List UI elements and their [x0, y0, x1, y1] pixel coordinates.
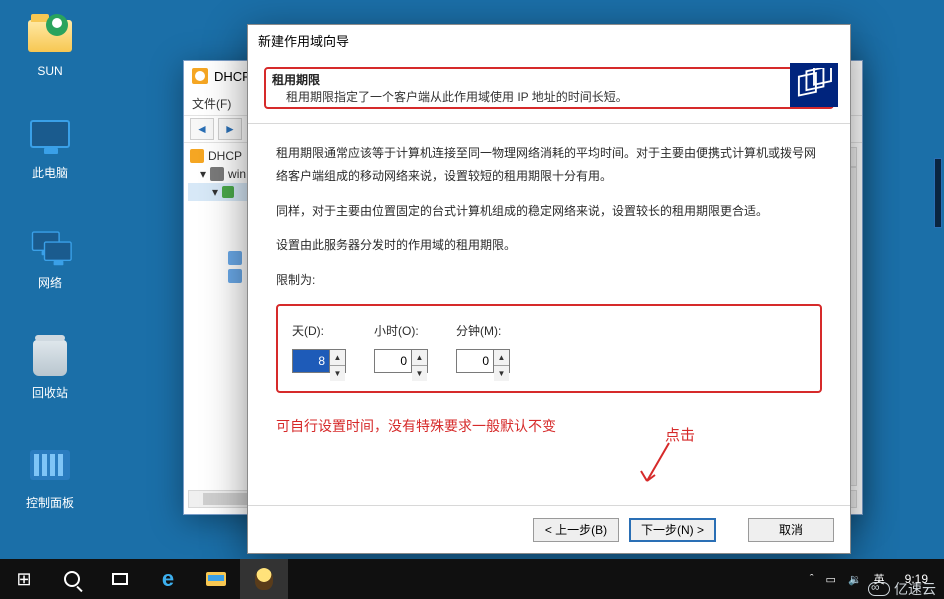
minutes-up[interactable]: ▲	[494, 350, 509, 366]
hours-label: 小时(O):	[374, 320, 428, 343]
days-spinner[interactable]: ▲▼	[292, 349, 346, 373]
right-edge-decor	[934, 158, 944, 298]
dhcp-title: DHCP	[214, 69, 251, 84]
annotation-arrow	[637, 441, 677, 491]
body-p1: 租用期限通常应该等于计算机连接至同一物理网络消耗的平均时间。对于主要由便携式计算…	[276, 142, 822, 188]
hours-down[interactable]: ▼	[412, 366, 427, 381]
wizard-footer: < 上一步(B) 下一步(N) > 取消	[248, 505, 850, 553]
minutes-column: 分钟(M): ▲▼	[456, 320, 510, 373]
search-icon	[64, 571, 80, 587]
days-down[interactable]: ▼	[330, 366, 345, 381]
wizard-banner-icon	[790, 63, 838, 107]
taskbar: ⊞ e ˆ ▭ 🔉 英 9:19 亿速云	[0, 559, 944, 599]
wizard-header: 租用期限 租用期限指定了一个客户端从此作用域使用 IP 地址的时间长短。	[248, 55, 850, 124]
hours-column: 小时(O): ▲▼	[374, 320, 428, 373]
desktop-label: 网络	[12, 274, 88, 291]
ie-icon: e	[162, 566, 174, 592]
body-p2: 同样，对于主要由位置固定的台式计算机组成的稳定网络来说，设置较长的租用期限更合适…	[276, 200, 822, 223]
hours-up[interactable]: ▲	[412, 350, 427, 366]
desktop-label: 回收站	[12, 384, 88, 401]
minutes-input[interactable]	[456, 349, 494, 373]
minutes-down[interactable]: ▼	[494, 366, 509, 381]
back-button[interactable]: < 上一步(B)	[533, 518, 619, 542]
tray-chevron-icon[interactable]: ˆ	[810, 573, 814, 585]
hours-input[interactable]	[374, 349, 412, 373]
leaf-icon	[228, 251, 242, 265]
header-highlight-box: 租用期限 租用期限指定了一个客户端从此作用域使用 IP 地址的时间长短。	[264, 67, 834, 109]
header-line2: 租用期限指定了一个客户端从此作用域使用 IP 地址的时间长短。	[272, 88, 826, 105]
search-button[interactable]	[48, 559, 96, 599]
folder-icon	[206, 572, 226, 586]
watermark: 亿速云	[868, 579, 936, 599]
tool-forward[interactable]: ►	[218, 118, 242, 140]
windows-icon: ⊞	[16, 569, 31, 590]
limit-label: 限制为:	[276, 269, 822, 292]
minutes-label: 分钟(M):	[456, 320, 510, 343]
minutes-spinner[interactable]: ▲▼	[456, 349, 510, 373]
wizard-title[interactable]: 新建作用域向导	[248, 25, 850, 55]
menu-file[interactable]: 文件(F)	[192, 95, 231, 112]
desktop-icon-sun[interactable]: SUN	[12, 14, 88, 78]
desktop-label: 控制面板	[12, 494, 88, 511]
leaf-icon	[222, 186, 234, 198]
server-icon	[210, 167, 224, 181]
tray-volume-icon[interactable]: 🔉	[848, 573, 862, 586]
days-up[interactable]: ▲	[330, 350, 345, 366]
limit-highlight-box: 天(D): ▲▼ 小时(O): ▲▼ 分钟(M): ▲▼	[276, 304, 822, 393]
annotation-note: 可自行设置时间，没有特殊要求一般默认不变	[276, 413, 822, 440]
hours-spinner[interactable]: ▲▼	[374, 349, 428, 373]
desktop-icon-recycle-bin[interactable]: 回收站	[12, 340, 88, 401]
leaf-icon	[228, 269, 242, 283]
taskview-button[interactable]	[96, 559, 144, 599]
days-column: 天(D): ▲▼	[292, 320, 346, 373]
days-label: 天(D):	[292, 320, 346, 343]
start-button[interactable]: ⊞	[0, 559, 48, 599]
taskview-icon	[112, 573, 128, 585]
dhcp-tree-icon	[190, 149, 204, 163]
lamp-icon	[255, 568, 273, 590]
explorer-button[interactable]	[192, 559, 240, 599]
ie-button[interactable]: e	[144, 559, 192, 599]
desktop-label: SUN	[12, 64, 88, 78]
days-input[interactable]	[292, 349, 330, 373]
wizard-body: 租用期限通常应该等于计算机连接至同一物理网络消耗的平均时间。对于主要由便携式计算…	[248, 124, 850, 443]
desktop-icon-control-panel[interactable]: 控制面板	[12, 450, 88, 511]
dhcp-icon	[192, 68, 208, 84]
next-button[interactable]: 下一步(N) >	[629, 518, 716, 542]
tray-network-icon[interactable]: ▭	[826, 573, 836, 586]
new-scope-wizard-dialog: 新建作用域向导 租用期限 租用期限指定了一个客户端从此作用域使用 IP 地址的时…	[247, 24, 851, 554]
tool-back[interactable]: ◄	[190, 118, 214, 140]
desktop-icon-this-pc[interactable]: 此电脑	[12, 120, 88, 181]
cancel-button[interactable]: 取消	[748, 518, 834, 542]
body-p3: 设置由此服务器分发时的作用域的租用期限。	[276, 234, 822, 257]
header-line1: 租用期限	[272, 71, 826, 88]
watermark-icon	[868, 582, 890, 596]
app-button[interactable]	[240, 559, 288, 599]
desktop-icon-network[interactable]: 网络	[12, 230, 88, 291]
desktop-label: 此电脑	[12, 164, 88, 181]
watermark-text: 亿速云	[894, 579, 936, 599]
